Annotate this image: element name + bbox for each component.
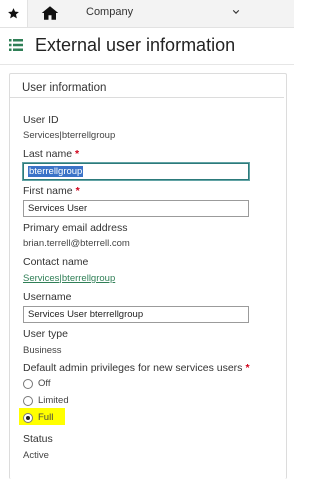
contact-name-label: Contact name: [23, 256, 89, 268]
radio-option-off[interactable]: Off: [23, 377, 51, 390]
chevron-down-icon[interactable]: [232, 8, 240, 16]
last-name-value: bterrellgroup: [28, 166, 84, 177]
email-label: Primary email address: [23, 222, 128, 234]
divider: [0, 64, 294, 65]
page-header: External user information: [0, 28, 294, 62]
user-id-label: User ID: [23, 114, 59, 126]
company-selector[interactable]: Company: [86, 6, 133, 18]
contact-name-link[interactable]: Services|bterrellgroup: [23, 273, 115, 284]
required-marker: *: [75, 148, 80, 160]
favorites-button[interactable]: [0, 0, 28, 27]
user-id-value: Services|bterrellgroup: [23, 130, 116, 141]
status-value: Active: [23, 450, 49, 461]
last-name-field[interactable]: bterrellgroup: [23, 163, 249, 180]
page-title: External user information: [35, 35, 236, 55]
radio-option-limited[interactable]: Limited: [23, 394, 69, 407]
radio-label: Full: [38, 412, 54, 423]
admin-privileges-label: Default admin privileges for new service…: [23, 362, 250, 374]
first-name-label: First name *: [23, 185, 80, 197]
divider: [10, 97, 284, 98]
home-icon[interactable]: [41, 5, 59, 21]
radio-label: Limited: [38, 395, 69, 406]
star-icon: [8, 8, 19, 19]
username-field[interactable]: Services User bterrellgroup: [23, 306, 249, 323]
username-value: Services User bterrellgroup: [28, 309, 144, 320]
email-value: brian.terrell@bterrell.com: [23, 238, 130, 249]
required-marker: *: [245, 362, 250, 374]
username-label: Username: [23, 291, 72, 303]
last-name-label: Last name *: [23, 148, 80, 160]
radio-button[interactable]: [23, 395, 33, 406]
user-type-value: Business: [23, 345, 62, 356]
radio-button-selected[interactable]: [23, 412, 33, 423]
card-title: User information: [22, 82, 107, 94]
list-icon[interactable]: [9, 39, 23, 51]
first-name-field[interactable]: Services User: [23, 200, 249, 217]
radio-label: Off: [38, 378, 51, 389]
status-label: Status: [23, 433, 53, 445]
required-marker: *: [75, 185, 80, 197]
radio-button[interactable]: [23, 378, 33, 389]
radio-option-full[interactable]: Full: [23, 411, 53, 424]
top-bar: Company: [0, 0, 294, 28]
user-type-label: User type: [23, 328, 68, 340]
first-name-value: Services User: [28, 203, 88, 214]
